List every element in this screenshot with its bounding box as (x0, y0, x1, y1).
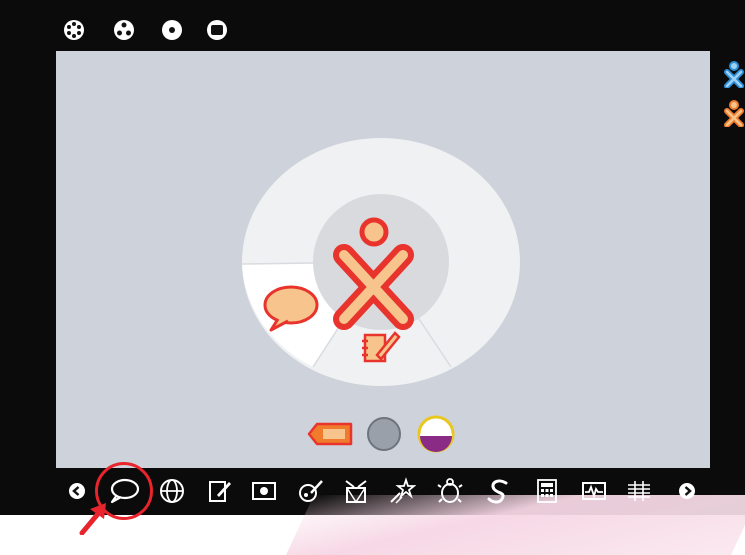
home-view-icon[interactable] (161, 19, 183, 41)
measure-activity-icon[interactable] (580, 477, 608, 505)
calculate-activity-icon[interactable] (533, 477, 561, 505)
neighborhood-view-icon[interactable] (63, 19, 85, 41)
browse-activity-icon[interactable] (158, 477, 186, 505)
buddy-orange-icon[interactable] (723, 99, 745, 128)
record-activity-icon[interactable] (250, 477, 278, 505)
network-icon[interactable] (366, 416, 402, 456)
snake-activity-icon[interactable] (484, 477, 512, 505)
star-activity-icon[interactable] (388, 477, 416, 505)
scroll-right-icon[interactable] (678, 482, 696, 500)
buddy-blue-icon[interactable] (723, 60, 745, 89)
tag-battery-icon[interactable] (307, 421, 355, 451)
battery-level-icon[interactable] (416, 414, 456, 458)
paint-activity-icon[interactable] (297, 477, 325, 505)
arrow-annotation-icon (79, 503, 106, 535)
group-view-icon[interactable] (113, 19, 135, 41)
write-activity-icon[interactable] (205, 477, 233, 505)
music-activity-icon[interactable] (625, 477, 653, 505)
activity-ring (241, 138, 520, 386)
tamtam-activity-icon[interactable] (342, 477, 370, 505)
home-view-canvas (56, 51, 710, 468)
turtle-activity-icon[interactable] (436, 477, 464, 505)
activity-view-icon[interactable] (206, 19, 228, 41)
